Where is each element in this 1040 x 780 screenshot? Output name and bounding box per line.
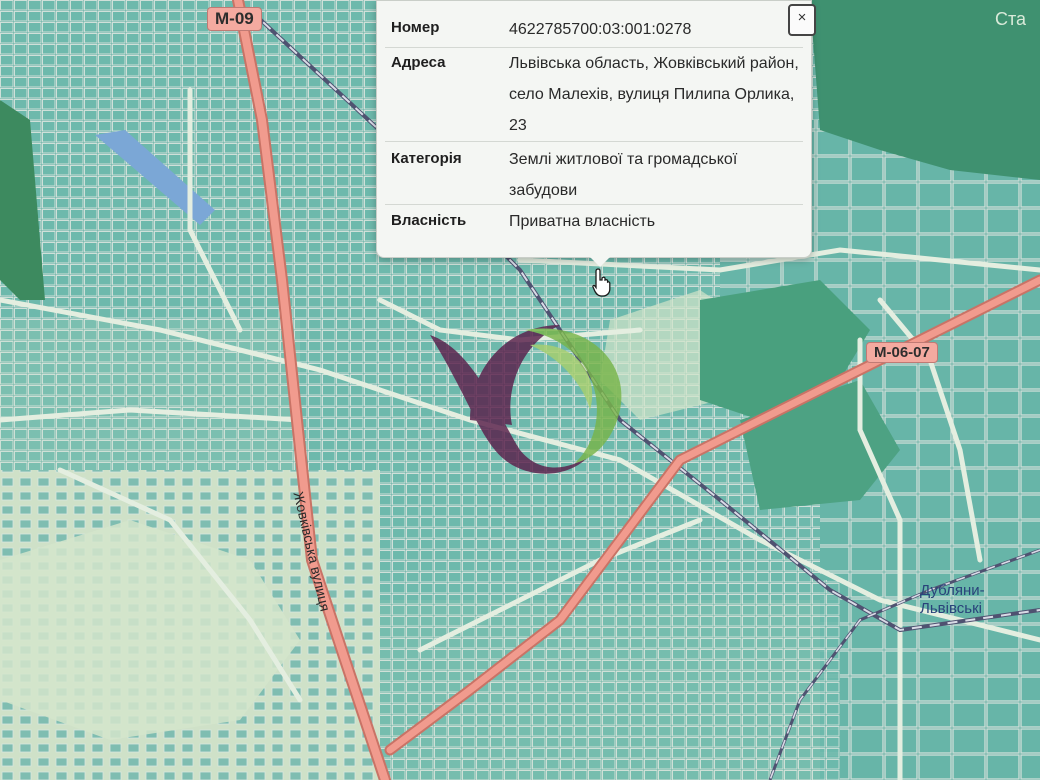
popup-label-number: Номер bbox=[391, 19, 440, 36]
popup-label-category: Категорія bbox=[391, 150, 462, 167]
popup-value-ownership: Приватна власність bbox=[509, 213, 656, 230]
parcel-zone-west-mid bbox=[0, 300, 300, 470]
road-label-m0607: M-06-07 bbox=[866, 342, 938, 363]
popup-value-address: Львівська область, Жовківський район, се… bbox=[509, 55, 799, 134]
popup-row-category: Категорія Землі житлової та громадської … bbox=[385, 144, 803, 205]
popup-row-address: Адреса Львівська область, Жовківський ра… bbox=[385, 48, 803, 142]
parcel-info-popup: × Номер 4622785700:03:001:0278 Адреса Ль… bbox=[376, 0, 816, 258]
place-label-partial: Ста bbox=[995, 9, 1027, 29]
popup-label-address: Адреса bbox=[391, 54, 446, 71]
popup-pointer bbox=[588, 255, 612, 267]
place-label-dublyany-line1: Дубляни- bbox=[920, 582, 985, 599]
place-label-dublyany: Дубляни- Львівські bbox=[920, 582, 985, 618]
popup-label-ownership: Власність bbox=[391, 212, 467, 229]
hand-pointer-icon bbox=[592, 268, 611, 297]
place-label-dublyany-line2: Львівські bbox=[920, 600, 982, 617]
popup-value-number[interactable]: 4622785700:03:001:0278 bbox=[509, 13, 799, 47]
popup-value-category: Землі житлової та громадської забудови bbox=[509, 151, 738, 199]
road-label-m09: M-09 bbox=[207, 7, 262, 31]
popup-row-ownership: Власність Приватна власність bbox=[385, 206, 803, 242]
parcel-zone-south bbox=[380, 580, 840, 780]
popup-row-number: Номер 4622785700:03:001:0278 bbox=[385, 13, 803, 48]
